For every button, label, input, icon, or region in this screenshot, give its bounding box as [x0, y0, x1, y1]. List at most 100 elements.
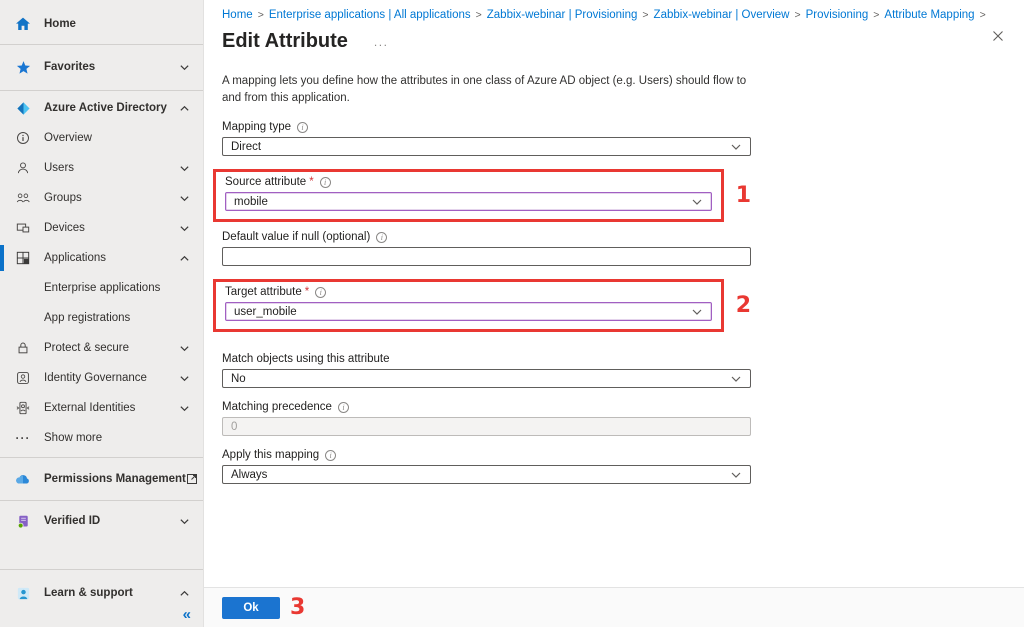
annotation-box-1: Source attribute * i mobile [213, 169, 724, 222]
field-match-objects: Match objects using this attribute No [222, 353, 751, 388]
divider [0, 90, 203, 91]
default-value-input[interactable] [222, 247, 751, 266]
breadcrumb-link-enterprise-applications[interactable]: Enterprise applications | All applicatio… [269, 9, 471, 21]
sidebar-item-external-identities[interactable]: External Identities [0, 393, 203, 423]
sidebar-item-enterprise-applications[interactable]: Enterprise applications [0, 273, 203, 303]
sidebar-item-identity-governance[interactable]: Identity Governance [0, 363, 203, 393]
breadcrumb-separator: > [258, 9, 264, 21]
learn-support-icon [15, 585, 31, 601]
sidebar-item-label: Applications [44, 252, 106, 264]
more-menu-icon[interactable]: ... [374, 35, 389, 49]
cloud-icon [15, 471, 31, 487]
sidebar-item-app-registrations[interactable]: App registrations [0, 303, 203, 333]
breadcrumb-link-zabbix-overview[interactable]: Zabbix-webinar | Overview [654, 9, 790, 21]
sidebar-item-overview[interactable]: Overview [0, 123, 203, 153]
breadcrumb-link-home[interactable]: Home [222, 9, 253, 21]
breadcrumb-separator: > [476, 9, 482, 21]
sidebar-item-label: App registrations [44, 312, 130, 324]
field-label: Match objects using this attribute [222, 353, 389, 365]
breadcrumb-link-attribute-mapping[interactable]: Attribute Mapping [884, 9, 974, 21]
sidebar-item-azure-active-directory[interactable]: Azure Active Directory [0, 93, 203, 123]
sidebar-item-label: Learn & support [44, 587, 133, 599]
select-value: mobile [234, 196, 268, 208]
breadcrumb-link-zabbix-provisioning[interactable]: Zabbix-webinar | Provisioning [487, 9, 638, 21]
breadcrumb-link-provisioning[interactable]: Provisioning [806, 9, 869, 21]
info-icon: i [315, 287, 326, 298]
input-value: 0 [231, 421, 237, 433]
mapping-type-select[interactable]: Direct [222, 137, 751, 156]
sidebar-item-label: Identity Governance [44, 372, 147, 384]
breadcrumb-separator: > [794, 9, 800, 21]
sidebar-item-label: Home [44, 18, 76, 30]
identity-governance-icon [15, 370, 31, 386]
field-label: Default value if null (optional) [222, 231, 370, 243]
breadcrumb: Home > Enterprise applications | All appli… [204, 0, 1024, 21]
sidebar-item-label: Show more [44, 432, 102, 444]
external-identities-icon [15, 400, 31, 416]
info-icon: i [338, 402, 349, 413]
info-icon: i [297, 122, 308, 133]
sidebar-item-favorites[interactable]: Favorites [0, 52, 203, 82]
edit-attribute-panel: Home > Enterprise applications | All appli… [204, 0, 1024, 587]
external-link-icon [186, 473, 198, 485]
sidebar-item-label: Groups [44, 192, 82, 204]
sidebar-item-groups[interactable]: Groups [0, 183, 203, 213]
sidebar-collapse-button[interactable]: « [179, 604, 195, 625]
divider [0, 44, 203, 45]
info-icon: i [320, 177, 331, 188]
ok-button[interactable]: Ok [222, 597, 280, 619]
field-label: Target attribute [225, 286, 302, 298]
chevron-down-icon [179, 163, 190, 174]
target-attribute-select[interactable]: user_mobile [225, 302, 712, 321]
required-asterisk: * [309, 176, 313, 188]
field-label: Mapping type [222, 121, 291, 133]
panel-footer: Ok 3 [204, 587, 1024, 627]
select-value: user_mobile [234, 306, 297, 318]
page-title: Edit Attribute [222, 30, 348, 53]
breadcrumb-separator: > [980, 9, 986, 21]
info-icon: i [376, 232, 387, 243]
user-icon [15, 160, 31, 176]
field-mapping-type: Mapping type i Direct [222, 121, 751, 156]
sidebar-item-label: External Identities [44, 402, 135, 414]
sidebar-item-label: Devices [44, 222, 85, 234]
divider [0, 500, 203, 501]
devices-icon [15, 220, 31, 236]
field-apply-mapping: Apply this mapping i Always [222, 449, 751, 484]
annotation-number-3: 3 [290, 595, 305, 620]
chevron-down-icon [730, 141, 742, 153]
sidebar-item-verified-id[interactable]: Verified ID [0, 506, 203, 536]
sidebar-item-devices[interactable]: Devices [0, 213, 203, 243]
annotated-source-attribute: Source attribute * i mobile 1 [213, 169, 751, 222]
sidebar-item-protect-and-secure[interactable]: Protect & secure [0, 333, 203, 363]
annotation-number-2: 2 [736, 293, 751, 318]
source-attribute-select[interactable]: mobile [225, 192, 712, 211]
annotation-box-2: Target attribute * i user_mobile [213, 279, 724, 332]
field-matching-precedence: Matching precedence i 0 [222, 401, 751, 436]
sidebar-item-label: Enterprise applications [44, 282, 160, 294]
breadcrumb-separator: > [873, 9, 879, 21]
sidebar-item-users[interactable]: Users [0, 153, 203, 183]
sidebar-item-permissions-management[interactable]: Permissions Management [0, 464, 203, 494]
sidebar-item-label: Users [44, 162, 74, 174]
match-objects-select[interactable]: No [222, 369, 751, 388]
sidebar-item-learn-and-support[interactable]: Learn & support [0, 578, 203, 608]
sidebar-item-label: Azure Active Directory [44, 102, 167, 114]
sidebar-item-show-more[interactable]: ··· Show more [0, 423, 203, 453]
chevron-down-icon [730, 469, 742, 481]
close-icon[interactable] [992, 30, 1004, 42]
groups-icon [15, 190, 31, 206]
matching-precedence-input: 0 [222, 417, 751, 436]
chevron-down-icon [179, 343, 190, 354]
apply-mapping-select[interactable]: Always [222, 465, 751, 484]
home-icon [15, 16, 31, 32]
divider [0, 569, 203, 570]
chevron-up-icon [179, 253, 190, 264]
chevron-up-icon [179, 103, 190, 114]
sidebar-item-applications[interactable]: Applications [0, 243, 203, 273]
chevron-down-icon [179, 62, 190, 73]
azure-ad-icon [15, 100, 31, 116]
sidebar-item-label: Permissions Management [44, 473, 186, 485]
sidebar-item-home[interactable]: Home [0, 9, 203, 39]
chevron-down-icon [179, 403, 190, 414]
